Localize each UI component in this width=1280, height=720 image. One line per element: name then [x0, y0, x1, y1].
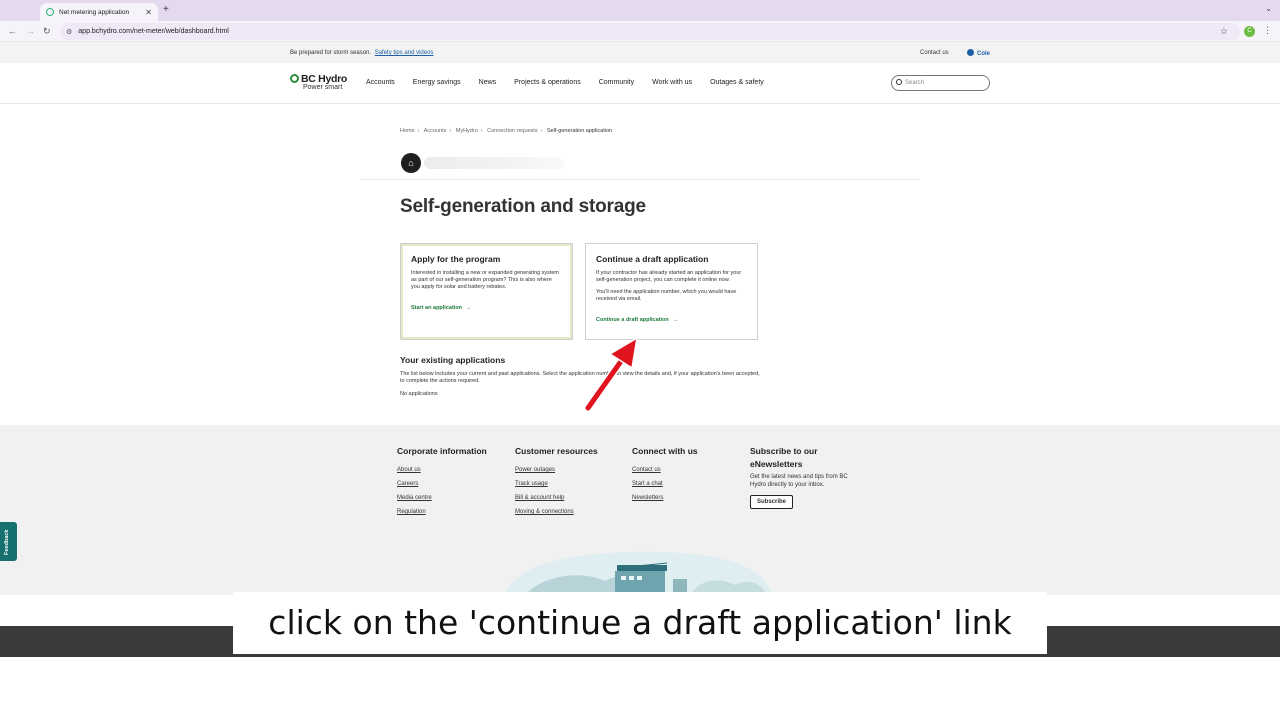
- bc-hydro-logo[interactable]: BC Hydro Power smart: [290, 73, 347, 91]
- breadcrumb-myhydro[interactable]: MyHydro: [456, 128, 478, 134]
- site-favicon-icon: [46, 8, 54, 16]
- arrow-right-icon: →: [672, 317, 679, 323]
- browser-tab[interactable]: Net metering application ✕: [40, 3, 158, 21]
- footer-link-newsletters[interactable]: Newsletters: [632, 495, 698, 501]
- address-bar[interactable]: ⚙ app.bchydro.com/net-meter/web/dashboar…: [60, 23, 1240, 40]
- breadcrumb-connection-requests[interactable]: Connection requests: [487, 128, 537, 134]
- footer-customer: Customer resources Power outages Track u…: [515, 445, 598, 523]
- forward-arrow-icon[interactable]: →: [26, 26, 35, 36]
- apply-program-card: Apply for the program Interested in inst…: [400, 243, 573, 340]
- start-application-link[interactable]: Start an application →: [411, 305, 472, 311]
- nav-outages-safety[interactable]: Outages & safety: [710, 79, 764, 86]
- nav-projects-operations[interactable]: Projects & operations: [514, 79, 581, 86]
- bc-hydro-logo-icon: [290, 74, 299, 83]
- breadcrumb-accounts[interactable]: Accounts: [424, 128, 447, 134]
- feedback-tab[interactable]: Feedback: [0, 522, 17, 561]
- breadcrumb-current: Self-generation application: [546, 128, 613, 134]
- footer-link-outages[interactable]: Power outages: [515, 467, 598, 473]
- browser-menu-icon[interactable]: ⋮: [1263, 25, 1272, 36]
- tab-title: Net metering application: [59, 8, 130, 16]
- footer-link-moving[interactable]: Moving & connections: [515, 509, 598, 515]
- logo-tagline: Power smart: [303, 84, 343, 91]
- footer-link-careers[interactable]: Careers: [397, 481, 487, 487]
- footer-link-media[interactable]: Media centre: [397, 495, 487, 501]
- tab-search-chevron-icon[interactable]: ⌄: [1265, 4, 1272, 13]
- footer-subscribe: Subscribe to our eNewsletters Get the la…: [750, 445, 870, 509]
- draft-card-body-2: You'll need the application number, whic…: [596, 289, 737, 302]
- user-account-menu[interactable]: Cole: [967, 49, 990, 57]
- storm-alert-text: Be prepared for storm season.: [290, 50, 372, 56]
- instruction-caption: click on the 'continue a draft applicati…: [233, 592, 1047, 654]
- safety-tips-link[interactable]: Safety tips and videos: [375, 50, 434, 56]
- nav-news[interactable]: News: [479, 79, 497, 86]
- profile-avatar[interactable]: C: [1244, 26, 1255, 37]
- browser-toolbar: ← → ↻ ⚙ app.bchydro.com/net-meter/web/da…: [0, 21, 1280, 42]
- apply-card-title: Apply for the program: [411, 254, 501, 264]
- new-tab-button[interactable]: +: [163, 4, 169, 15]
- page-title: Self-generation and storage: [400, 196, 646, 217]
- dam-illustration: [505, 551, 773, 595]
- bookmark-star-icon[interactable]: ☆: [1220, 26, 1228, 37]
- search-icon: [896, 79, 902, 85]
- house-icon: ⌂: [401, 153, 421, 173]
- footer-corporate: Corporate information About us Careers M…: [397, 445, 487, 523]
- continue-draft-card: Continue a draft application If your con…: [585, 243, 758, 340]
- draft-card-body-1: If your contractor has already started a…: [596, 270, 742, 283]
- alert-bar: Be prepared for storm season. Safety tip…: [0, 42, 1280, 63]
- breadcrumb: Home › Accounts › MyHydro › Connection requ…: [400, 128, 613, 134]
- breadcrumb-home[interactable]: Home: [400, 128, 415, 134]
- footer-link-usage[interactable]: Track usage: [515, 481, 598, 487]
- nav-accounts[interactable]: Accounts: [366, 79, 395, 86]
- footer-subscribe-desc: Get the latest news and tips from BC Hyd…: [750, 474, 848, 488]
- nav-energy-savings[interactable]: Energy savings: [413, 79, 461, 86]
- account-address-redacted: [424, 157, 564, 169]
- continue-draft-application-link[interactable]: Continue a draft application →: [596, 317, 678, 323]
- footer-link-chat[interactable]: Start a chat: [632, 481, 698, 487]
- start-application-label: Start an application: [411, 305, 463, 311]
- user-name: Cole: [977, 51, 991, 57]
- feedback-label: Feedback: [4, 529, 10, 555]
- footer-connect-title: Connect with us: [632, 446, 698, 456]
- arrow-right-icon: →: [466, 305, 472, 311]
- site-info-icon[interactable]: ⚙: [66, 28, 72, 36]
- storm-alert: Be prepared for storm season. Safety tip…: [290, 50, 433, 56]
- footer-corporate-title: Corporate information: [397, 446, 487, 456]
- footer-connect: Connect with us Contact us Start a chat …: [632, 445, 698, 509]
- draft-card-title: Continue a draft application: [596, 254, 709, 264]
- nav-community[interactable]: Community: [599, 79, 634, 86]
- close-tab-icon[interactable]: ✕: [145, 8, 152, 17]
- contact-us-link[interactable]: Contact us: [920, 50, 949, 56]
- search-placeholder: Search: [905, 80, 925, 86]
- account-selector: ⌂: [360, 151, 920, 180]
- footer-link-bill[interactable]: Bill & account help: [515, 495, 598, 501]
- footer-subscribe-title: Subscribe to our eNewsletters: [750, 446, 818, 469]
- apply-card-body: Interested in installing a new or expand…: [411, 270, 559, 290]
- url-text: app.bchydro.com/net-meter/web/dashboard.…: [78, 28, 229, 35]
- back-arrow-icon[interactable]: ←: [8, 26, 17, 36]
- subscribe-button[interactable]: Subscribe: [750, 495, 794, 509]
- continue-draft-label: Continue a draft application: [596, 317, 669, 323]
- footer-link-contact[interactable]: Contact us: [632, 467, 698, 473]
- reload-icon[interactable]: ↻: [43, 26, 51, 36]
- footer-link-regulation[interactable]: Regulation: [397, 509, 487, 515]
- browser-tab-strip: Net metering application ✕ + ⌄: [0, 0, 1280, 21]
- site-header: BC Hydro Power smart Accounts Energy sav…: [0, 63, 1280, 104]
- footer-customer-title: Customer resources: [515, 446, 598, 456]
- footer-link-about[interactable]: About us: [397, 467, 487, 473]
- user-icon: [967, 49, 974, 56]
- search-input[interactable]: Search: [891, 75, 990, 91]
- annotation-arrow-icon: [584, 336, 639, 412]
- main-nav: Accounts Energy savings News Projects & …: [366, 79, 782, 86]
- nav-work-with-us[interactable]: Work with us: [652, 79, 692, 86]
